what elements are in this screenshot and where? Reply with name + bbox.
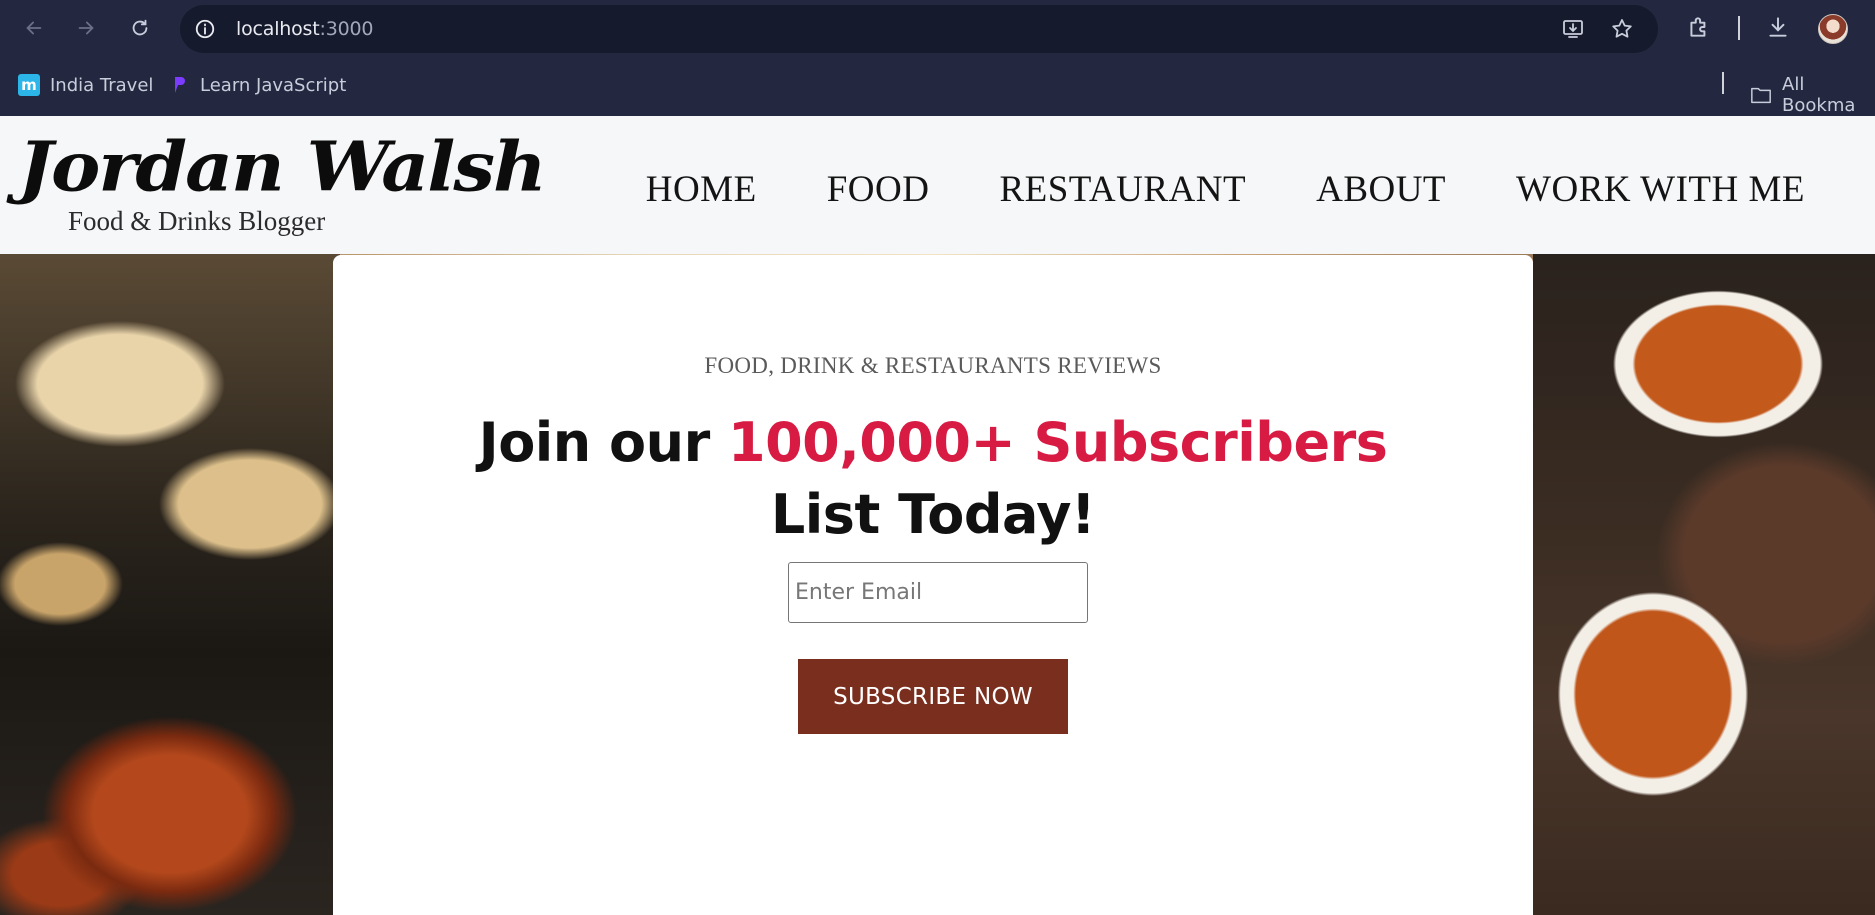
browser-chrome: localhost:3000 m India Travel Learn Java…: [0, 0, 1875, 116]
hero-background-image-left: [0, 254, 340, 915]
bookmark-label: Learn JavaScript: [200, 74, 347, 96]
nav-home[interactable]: HOME: [646, 168, 757, 211]
bookmark-favicon-icon: [168, 74, 190, 96]
arrow-left-icon: [26, 21, 42, 35]
arrow-right-icon: [78, 21, 94, 35]
url-port: :3000: [319, 18, 374, 40]
folder-label: All Bookma: [1782, 74, 1856, 116]
site-info-icon[interactable]: [194, 18, 216, 40]
nav-work-with-me[interactable]: WORK WITH ME: [1516, 168, 1805, 211]
toolbar: localhost:3000: [0, 0, 1875, 56]
bookmark-learn-javascript[interactable]: Learn JavaScript: [168, 74, 346, 96]
address-bar[interactable]: localhost:3000: [180, 5, 1658, 53]
download-icon[interactable]: [1765, 14, 1791, 40]
hero-section: FOOD, DRINK & RESTAURANTS REVIEWS Join o…: [0, 254, 1875, 915]
bookmark-favicon: m: [18, 74, 40, 96]
logo-tagline: Food & Drinks Blogger: [68, 206, 326, 236]
reload-button[interactable]: [126, 14, 154, 42]
site-header: Jordan Walsh Food & Drinks Blogger HOME …: [0, 116, 1875, 254]
reload-icon: [132, 19, 148, 36]
headline-accent: 100,000+ Subscribers: [728, 411, 1388, 474]
profile-avatar[interactable]: [1818, 14, 1848, 44]
email-input[interactable]: [788, 562, 1088, 623]
bookmarks-bar: m India Travel Learn JavaScript All Book…: [0, 62, 1875, 116]
install-app-icon[interactable]: [1561, 17, 1585, 41]
hero-headline: Join our 100,000+ Subscribers List Today…: [333, 407, 1533, 551]
nav-food[interactable]: FOOD: [827, 168, 930, 211]
all-bookmarks-folder[interactable]: All Bookma: [1750, 74, 1875, 116]
bookmarks-divider: [1722, 72, 1724, 94]
toolbar-divider: [1738, 16, 1740, 40]
bookmark-star-icon[interactable]: [1610, 17, 1634, 41]
url-host: localhost: [236, 18, 320, 40]
headline-post: List Today!: [770, 483, 1096, 546]
headline-pre: Join our: [478, 411, 729, 474]
subscribe-button[interactable]: SUBSCRIBE NOW: [798, 659, 1068, 734]
extensions-icon[interactable]: [1686, 14, 1712, 40]
bookmark-label: India Travel: [50, 74, 154, 96]
folder-icon: [1751, 87, 1771, 104]
hero-eyebrow: FOOD, DRINK & RESTAURANTS REVIEWS: [704, 353, 1162, 378]
forward-button[interactable]: [72, 14, 100, 42]
subscribe-card: FOOD, DRINK & RESTAURANTS REVIEWS Join o…: [333, 255, 1533, 915]
nav-about[interactable]: ABOUT: [1316, 168, 1446, 211]
url-text[interactable]: localhost:3000: [236, 18, 373, 40]
hero-background-image-right: [1533, 254, 1875, 915]
back-button[interactable]: [20, 14, 48, 42]
bookmark-india-travel[interactable]: m India Travel: [18, 74, 153, 96]
logo-script: Jordan Walsh: [18, 128, 547, 208]
nav-restaurant[interactable]: RESTAURANT: [999, 168, 1246, 211]
main-nav: HOME FOOD RESTAURANT ABOUT WORK WITH ME: [646, 168, 1805, 211]
site-logo[interactable]: Jordan Walsh Food & Drinks Blogger: [18, 128, 547, 244]
